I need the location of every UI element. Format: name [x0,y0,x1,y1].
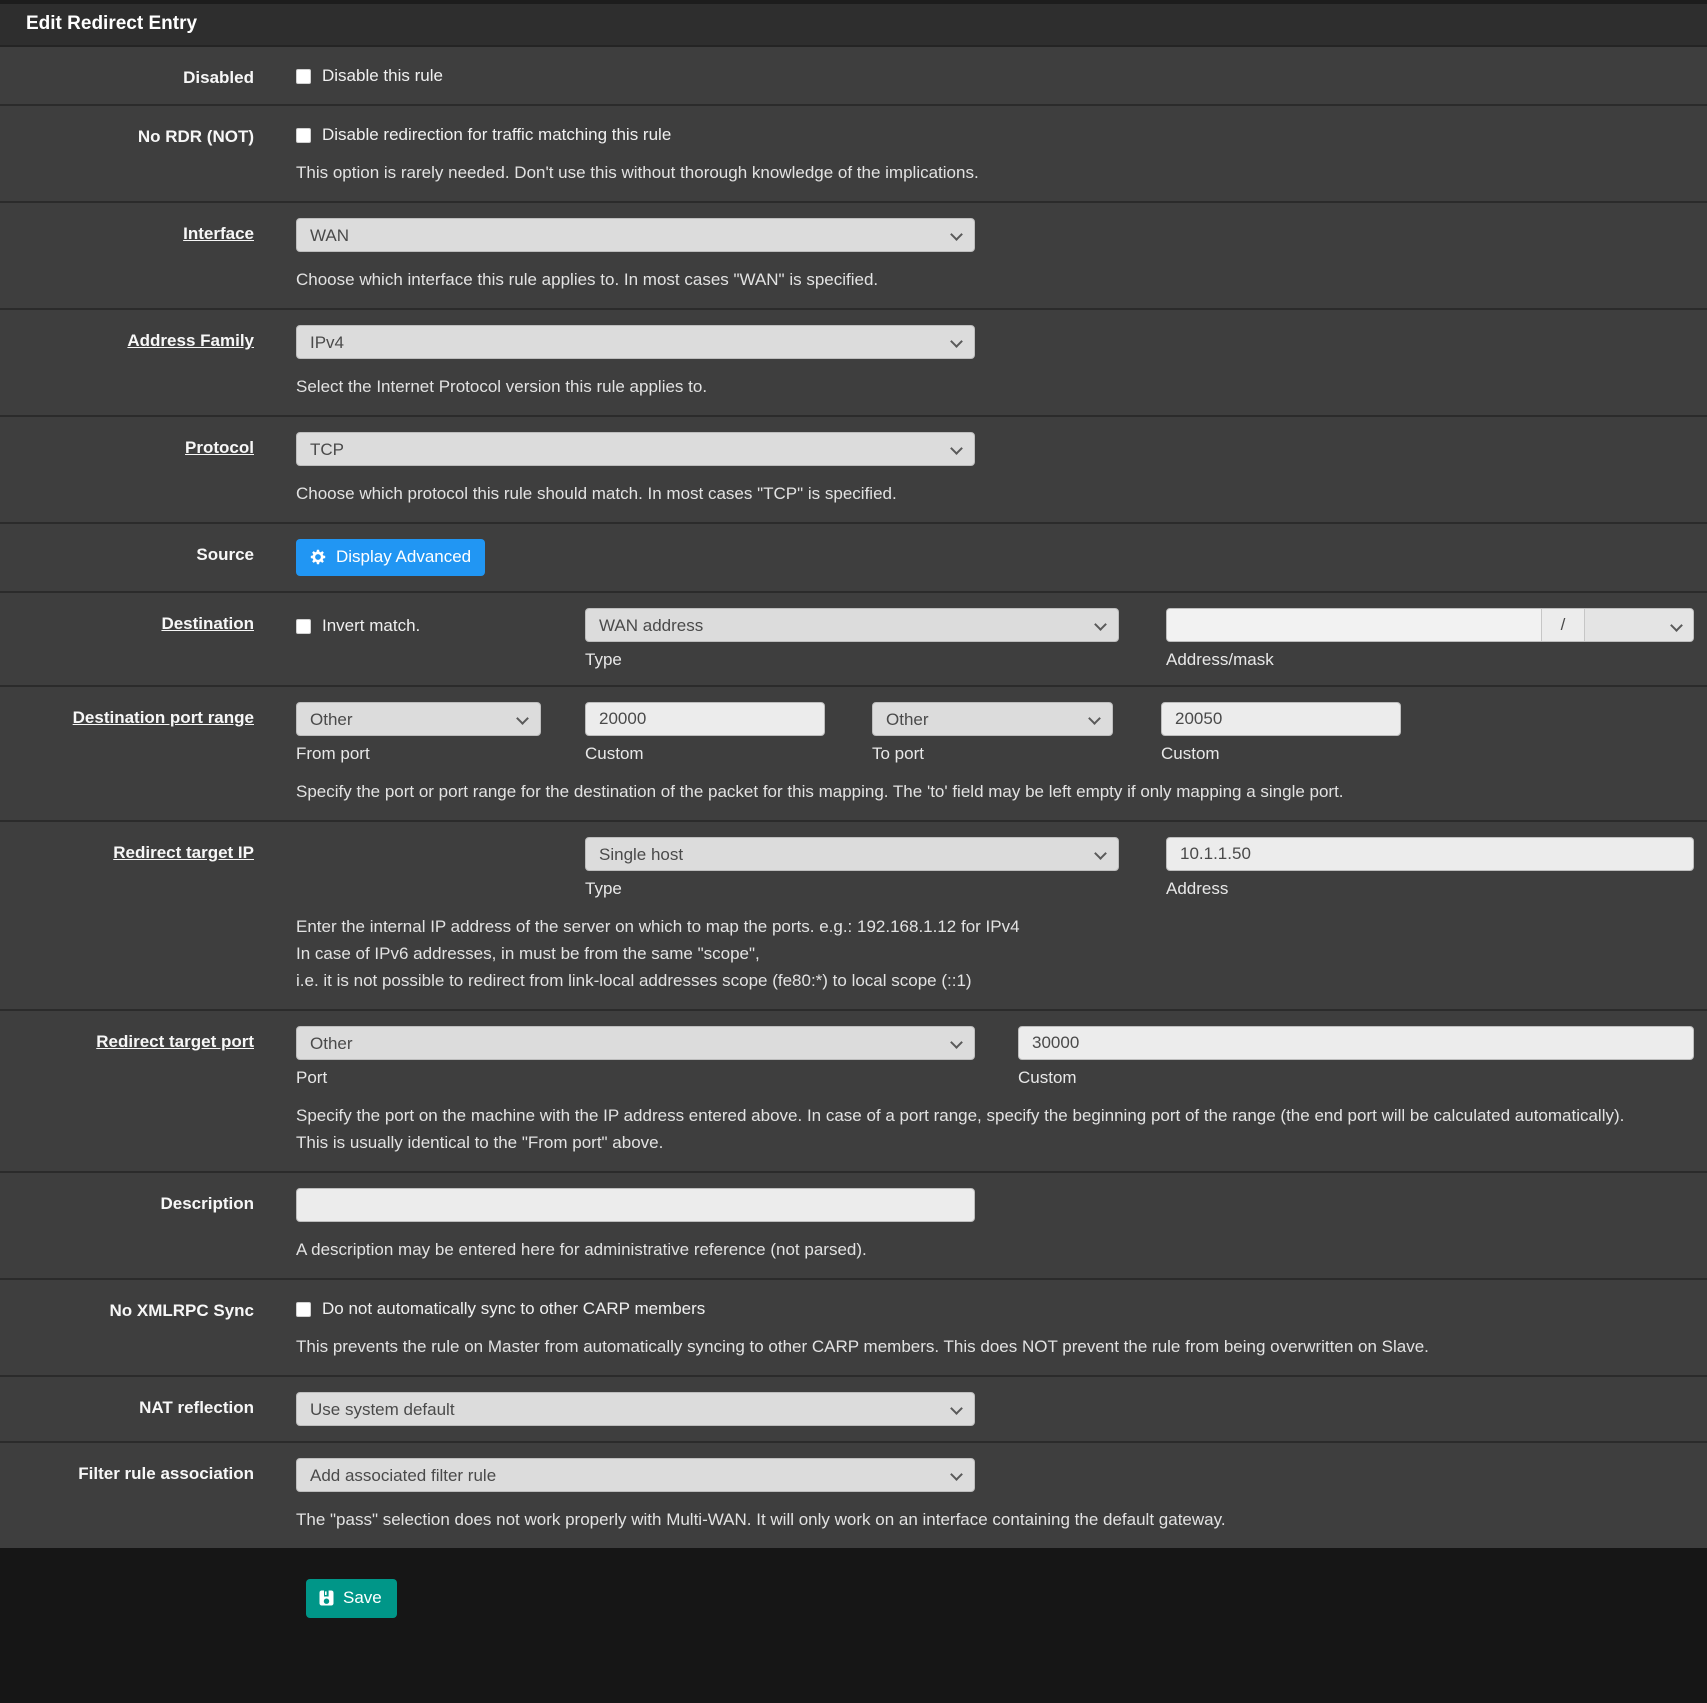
xmlrpc-label: No XMLRPC Sync [0,1295,296,1360]
address-mask-separator: / [1541,609,1585,641]
row-disabled: Disabled Disable this rule [0,47,1707,106]
destination-type-sublabel: Type [585,650,1119,670]
destination-address-input[interactable] [1167,609,1541,641]
address-family-select[interactable]: IPv4 [296,325,975,359]
redirect-ip-address-input[interactable] [1166,837,1694,871]
nat-reflection-label: NAT reflection [0,1392,296,1426]
protocol-label[interactable]: Protocol [0,432,296,507]
to-port-sublabel: To port [872,744,1113,764]
save-button[interactable]: Save [306,1579,397,1618]
row-redirect-target-port: Redirect target port Other Port Custom [0,1011,1707,1173]
destination-address-sublabel: Address/mask [1166,650,1694,670]
gear-icon [309,548,327,566]
to-port-custom-input[interactable] [1161,702,1401,736]
display-advanced-label: Display Advanced [336,547,471,567]
filter-association-help: The "pass" selection does not work prope… [296,1506,1696,1533]
disabled-label: Disabled [0,62,296,89]
row-redirect-target-ip: Redirect target IP Single host Type Addr… [0,822,1707,1011]
save-button-label: Save [343,1588,382,1608]
xmlrpc-checkbox-label: Do not automatically sync to other CARP … [322,1299,705,1319]
from-port-sublabel: From port [296,744,541,764]
redirect-ip-help-line1: Enter the internal IP address of the ser… [296,913,1696,940]
redirect-port-custom-sublabel: Custom [1018,1068,1694,1088]
nordr-help: This option is rarely needed. Don't use … [296,159,1696,186]
destination-invert-label: Invert match. [322,616,420,636]
redirect-ip-help-line2: In case of IPv6 addresses, in must be fr… [296,940,1696,967]
row-filter-rule-association: Filter rule association Add associated f… [0,1443,1707,1548]
redirect-port-help: Specify the port on the machine with the… [296,1102,1696,1156]
from-port-custom-input[interactable] [585,702,825,736]
description-input[interactable] [296,1188,975,1222]
row-destination: Destination Invert match. WAN address [0,593,1707,687]
destination-mask-select[interactable] [1585,609,1693,642]
display-advanced-button[interactable]: Display Advanced [296,539,485,576]
redirect-port-help-line2: This is usually identical to the "From p… [296,1129,1696,1156]
page-footer: Save [0,1548,1707,1703]
redirect-target-ip-label[interactable]: Redirect target IP [0,837,296,994]
xmlrpc-checkbox[interactable] [296,1302,311,1317]
redirect-port-sublabel: Port [296,1068,975,1088]
row-interface: Interface WAN Choose which interface thi… [0,203,1707,310]
protocol-select[interactable]: TCP [296,432,975,466]
panel-title: Edit Redirect Entry [0,4,1707,47]
save-icon [319,1590,334,1606]
redirect-ip-type-sublabel: Type [585,879,1119,899]
nordr-label: No RDR (NOT) [0,121,296,186]
redirect-ip-help: Enter the internal IP address of the ser… [296,913,1696,994]
redirect-ip-address-sublabel: Address [1166,879,1694,899]
redirect-port-help-line1: Specify the port on the machine with the… [296,1102,1696,1129]
row-address-family: Address Family IPv4 Select the Internet … [0,310,1707,417]
from-port-custom-sublabel: Custom [585,744,825,764]
row-nordr: No RDR (NOT) Disable redirection for tra… [0,106,1707,203]
redirect-port-select[interactable]: Other [296,1026,975,1060]
row-destination-port-range: Destination port range Other From port C… [0,687,1707,822]
interface-help: Choose which interface this rule applies… [296,266,1696,293]
description-label: Description [0,1188,296,1263]
destination-port-range-label[interactable]: Destination port range [0,702,296,805]
to-port-select[interactable]: Other [872,702,1113,736]
row-nat-reflection: NAT reflection Use system default [0,1377,1707,1443]
source-label: Source [0,539,296,576]
nordr-checkbox-label: Disable redirection for traffic matching… [322,125,671,145]
row-description: Description A description may be entered… [0,1173,1707,1280]
redirect-port-custom-input[interactable] [1018,1026,1694,1060]
interface-label[interactable]: Interface [0,218,296,293]
filter-association-label: Filter rule association [0,1458,296,1533]
address-family-label[interactable]: Address Family [0,325,296,400]
redirect-target-port-label[interactable]: Redirect target port [0,1026,296,1156]
xmlrpc-help: This prevents the rule on Master from au… [296,1333,1696,1360]
redirect-ip-type-select[interactable]: Single host [585,837,1119,871]
protocol-help: Choose which protocol this rule should m… [296,480,1696,507]
row-source: Source Display Advanced [0,524,1707,593]
interface-select[interactable]: WAN [296,218,975,252]
destination-port-range-help: Specify the port or port range for the d… [296,778,1696,805]
nat-reflection-select[interactable]: Use system default [296,1392,975,1426]
row-xmlrpc-sync: No XMLRPC Sync Do not automatically sync… [0,1280,1707,1377]
from-port-select[interactable]: Other [296,702,541,736]
destination-type-select[interactable]: WAN address [585,608,1119,642]
destination-label[interactable]: Destination [0,608,296,670]
destination-invert-checkbox[interactable] [296,619,311,634]
disabled-checkbox-label: Disable this rule [322,66,443,86]
description-help: A description may be entered here for ad… [296,1236,1696,1263]
destination-address-group: / [1166,608,1694,642]
redirect-ip-help-line3: i.e. it is not possible to redirect from… [296,967,1696,994]
row-protocol: Protocol TCP Choose which protocol this … [0,417,1707,524]
to-port-custom-sublabel: Custom [1161,744,1401,764]
address-family-help: Select the Internet Protocol version thi… [296,373,1696,400]
filter-association-select[interactable]: Add associated filter rule [296,1458,975,1492]
nordr-checkbox[interactable] [296,128,311,143]
edit-redirect-form: Disabled Disable this rule No RDR (NOT) … [0,47,1707,1548]
disabled-checkbox[interactable] [296,69,311,84]
